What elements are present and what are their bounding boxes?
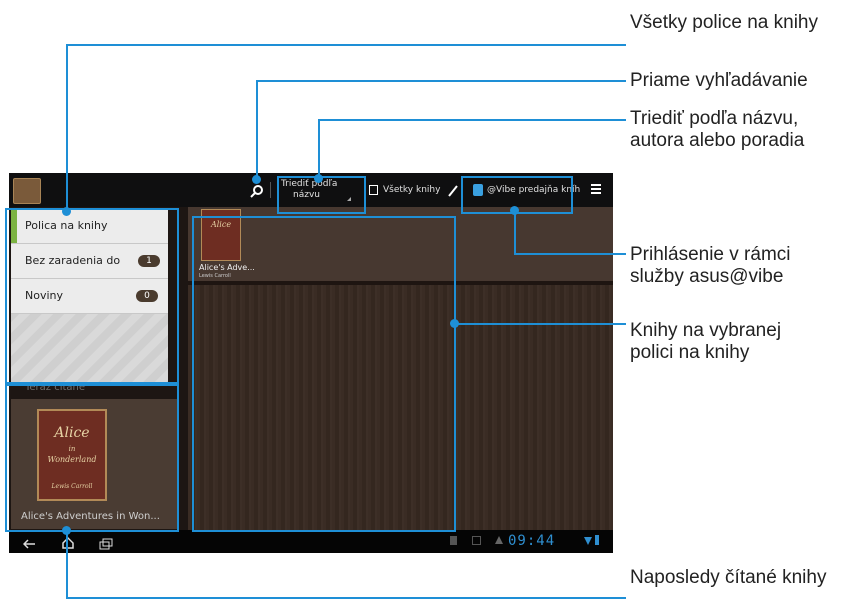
callout-books-on-shelf: Knihy na vybranej polici na knihy [630, 320, 782, 363]
callout-login: Prihlásenie v rámci služby asus@vibe [630, 244, 791, 287]
callout-dot [252, 175, 261, 184]
highlight-shelf-menu [5, 208, 179, 384]
separator [270, 182, 271, 198]
callout-dot [314, 174, 323, 183]
back-icon[interactable] [22, 535, 37, 553]
recent-apps-icon[interactable] [99, 535, 113, 553]
highlight-now-reading [5, 384, 179, 532]
callout-sort: Triediť podľa názvu, autora alebo poradi… [630, 108, 805, 151]
callout-recently-read: Naposledy čítané knihy [630, 567, 827, 588]
download-icon [472, 536, 481, 545]
callout-line [66, 530, 68, 598]
highlight-books-on-shelf [192, 216, 456, 532]
search-icon[interactable] [250, 183, 264, 198]
callout-line [256, 80, 626, 82]
app-logo-icon[interactable] [13, 178, 41, 204]
callout-dot [62, 207, 71, 216]
callout-direct-search: Priame vyhľadávanie [630, 70, 808, 91]
edit-icon[interactable] [447, 183, 459, 197]
callout-line [514, 253, 626, 255]
books-icon [369, 185, 378, 195]
callout-line [66, 597, 626, 599]
clock: 09:44 [508, 533, 556, 549]
callout-all-shelves: Všetky police na knihy [630, 12, 818, 33]
wifi-icon [584, 537, 592, 545]
callout-line [514, 211, 516, 255]
callout-dot [510, 206, 519, 215]
system-bar: 09:44 [9, 530, 613, 553]
home-icon[interactable] [61, 534, 75, 553]
battery-icon [595, 535, 599, 545]
all-books-label: Všetky knihy [383, 185, 441, 195]
notification-icon [450, 536, 457, 545]
callout-dot [62, 526, 71, 535]
overflow-menu-icon[interactable] [591, 184, 601, 196]
all-books-button[interactable]: Všetky knihy [369, 183, 447, 199]
callout-line [318, 119, 626, 121]
callout-line [318, 119, 320, 179]
callout-line [256, 80, 258, 180]
callout-dot [450, 319, 459, 328]
callout-line [66, 44, 626, 46]
callout-line [454, 323, 626, 325]
warning-icon [495, 536, 503, 544]
callout-line [66, 44, 68, 212]
